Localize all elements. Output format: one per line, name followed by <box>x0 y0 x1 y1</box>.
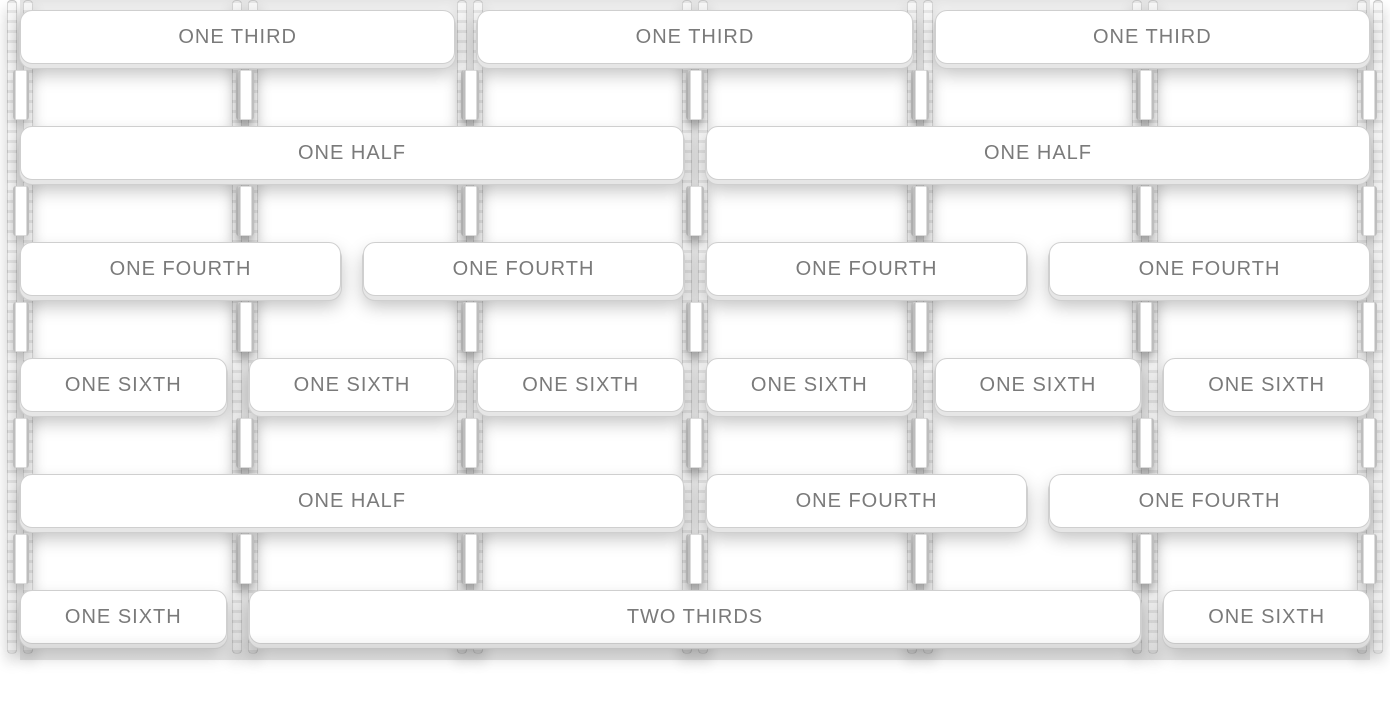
grid-cell-one-fourth: ONE FOURTH <box>1049 242 1370 296</box>
cell-label: ONE SIXTH <box>522 374 639 397</box>
grid-cell-one-half: ONE HALF <box>20 126 684 180</box>
cell-label: ONE FOURTH <box>1139 258 1281 281</box>
cell-label: ONE HALF <box>984 142 1092 165</box>
grid-cell-one-sixth: ONE SIXTH <box>935 358 1142 412</box>
cell-label: ONE FOURTH <box>1139 490 1281 513</box>
cell-label: ONE SIXTH <box>65 374 182 397</box>
grid-cell-one-half: ONE HALF <box>20 474 684 528</box>
cell-label: ONE SIXTH <box>294 374 411 397</box>
cell-label: ONE THIRD <box>1093 26 1212 49</box>
cell-label: ONE THIRD <box>178 26 297 49</box>
grid-cell-two-thirds: TWO THIRDS <box>249 590 1142 644</box>
grid-cell-one-third: ONE THIRD <box>477 10 912 64</box>
grid-cell-one-half: ONE HALF <box>706 126 1370 180</box>
grid-cell-one-sixth: ONE SIXTH <box>706 358 913 412</box>
cell-label: ONE SIXTH <box>980 374 1097 397</box>
cell-label: ONE SIXTH <box>1208 374 1325 397</box>
grid-row: ONE HALF ONE FOURTH ONE FOURTH <box>20 474 1370 528</box>
grid-cell-one-fourth: ONE FOURTH <box>706 474 1027 528</box>
row-divider <box>20 180 1370 242</box>
grid-cell-one-fourth: ONE FOURTH <box>1049 474 1370 528</box>
cell-label: ONE FOURTH <box>796 258 938 281</box>
grid-row: ONE THIRD ONE THIRD ONE THIRD <box>20 10 1370 64</box>
grid-cell-one-fourth: ONE FOURTH <box>363 242 684 296</box>
cell-label: ONE HALF <box>298 142 406 165</box>
grid-row: ONE SIXTH ONE SIXTH ONE SIXTH ONE SIXTH … <box>20 358 1370 412</box>
grid-cell-one-sixth: ONE SIXTH <box>1163 590 1370 644</box>
grid-cell-one-sixth: ONE SIXTH <box>1163 358 1370 412</box>
cell-label: ONE SIXTH <box>751 374 868 397</box>
cell-label: ONE HALF <box>298 490 406 513</box>
grid-cell-one-sixth: ONE SIXTH <box>20 358 227 412</box>
cell-label: ONE THIRD <box>636 26 755 49</box>
grid-cell-one-sixth: ONE SIXTH <box>249 358 456 412</box>
grid-demo: ONE THIRD ONE THIRD ONE THIRD ONE HALF O… <box>20 10 1370 644</box>
grid-cell-one-sixth: ONE SIXTH <box>477 358 684 412</box>
grid-cell-one-fourth: ONE FOURTH <box>706 242 1027 296</box>
grid-cell-one-third: ONE THIRD <box>935 10 1370 64</box>
grid-cell-one-fourth: ONE FOURTH <box>20 242 341 296</box>
row-divider <box>20 296 1370 358</box>
grid-row: ONE HALF ONE HALF <box>20 126 1370 180</box>
grid-row: ONE SIXTH TWO THIRDS ONE SIXTH <box>20 590 1370 644</box>
grid-row: ONE FOURTH ONE FOURTH ONE FOURTH ONE FOU… <box>20 242 1370 296</box>
cell-label: TWO THIRDS <box>627 606 763 629</box>
row-divider <box>20 64 1370 126</box>
grid-cell-one-third: ONE THIRD <box>20 10 455 64</box>
cell-label: ONE SIXTH <box>65 606 182 629</box>
column-dividers <box>20 0 1370 654</box>
cell-label: ONE FOURTH <box>453 258 595 281</box>
cell-label: ONE SIXTH <box>1208 606 1325 629</box>
grid-cell-one-sixth: ONE SIXTH <box>20 590 227 644</box>
row-divider <box>20 528 1370 590</box>
row-divider <box>20 412 1370 474</box>
cell-label: ONE FOURTH <box>796 490 938 513</box>
cell-label: ONE FOURTH <box>110 258 252 281</box>
